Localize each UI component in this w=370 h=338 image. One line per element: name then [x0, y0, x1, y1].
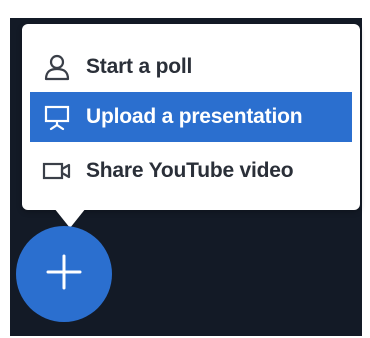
video-camera-icon — [42, 156, 72, 186]
menu-item-share-youtube[interactable]: Share YouTube video — [30, 146, 352, 196]
menu-item-start-poll[interactable]: Start a poll — [30, 42, 352, 92]
add-action-button[interactable] — [16, 226, 112, 322]
menu-item-label: Upload a presentation — [86, 105, 303, 128]
plus-icon — [44, 252, 84, 297]
menu-item-label: Start a poll — [86, 55, 193, 78]
menu-item-label: Share YouTube video — [86, 159, 294, 182]
screenshot-frame: Start a poll Upload a presentation Share… — [0, 0, 370, 338]
actions-menu: Start a poll Upload a presentation Share… — [22, 24, 360, 210]
presentation-icon — [42, 102, 72, 132]
menu-pointer — [54, 208, 86, 228]
menu-item-upload-presentation[interactable]: Upload a presentation — [30, 92, 352, 142]
user-icon — [42, 52, 72, 82]
